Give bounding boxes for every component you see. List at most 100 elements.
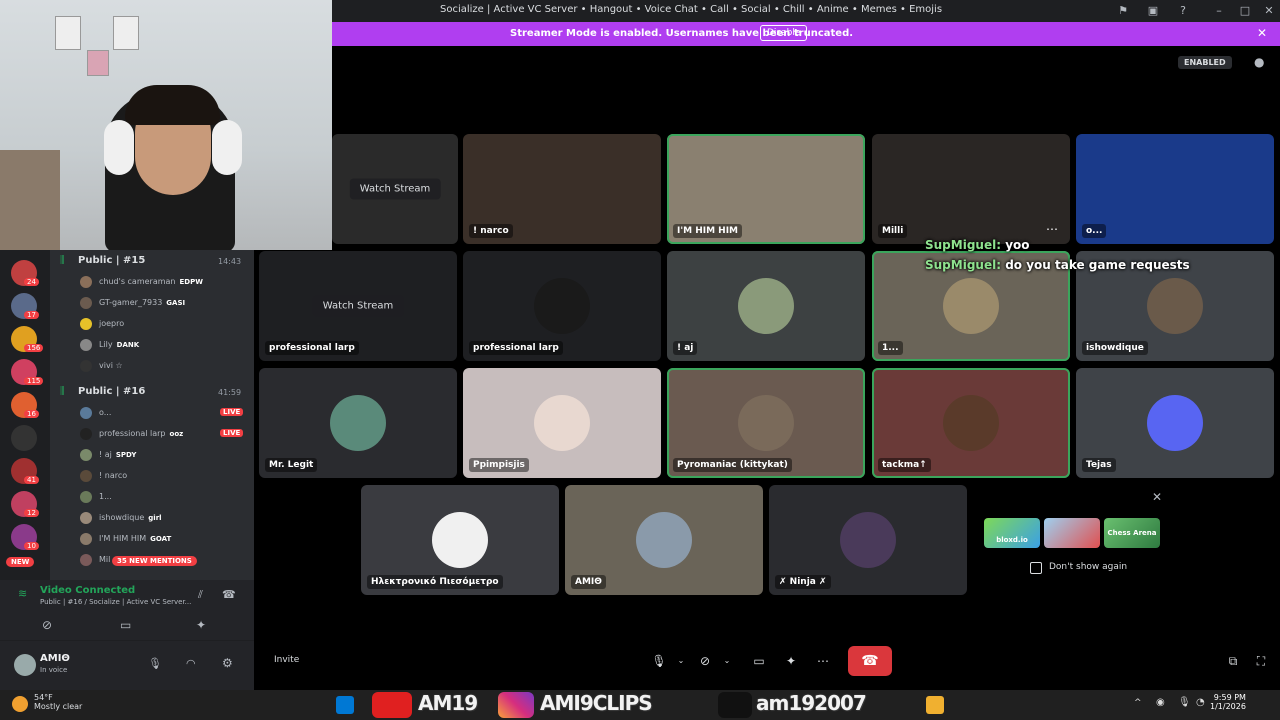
noise-icon[interactable]: ⫽ — [198, 588, 203, 602]
invite-button[interactable]: Invite — [268, 652, 305, 668]
screenshare-button-icon[interactable]: ▭ — [748, 650, 770, 672]
game-chess[interactable]: Chess Arena — [1104, 518, 1160, 548]
video-tile[interactable]: Milli — [872, 134, 1070, 244]
video-tile[interactable]: tackma↑ — [872, 368, 1070, 478]
more-icon[interactable]: ⋯ — [812, 650, 834, 672]
member-avatar[interactable] — [80, 512, 92, 524]
avatar[interactable] — [14, 654, 36, 676]
server-icon[interactable] — [11, 425, 37, 451]
maximize-icon[interactable]: □ — [1238, 4, 1252, 18]
chevron-down-icon[interactable]: ⌄ — [716, 650, 738, 672]
activity-icon[interactable]: ✦ — [196, 618, 206, 632]
member-avatar[interactable] — [80, 428, 92, 440]
video-tile[interactable]: Watch Stream — [332, 134, 458, 244]
member-name[interactable]: o... — [99, 408, 111, 417]
server-badge: 24 — [24, 278, 39, 286]
member-avatar[interactable] — [80, 297, 92, 309]
member-name[interactable]: Mil — [99, 555, 110, 564]
help-icon[interactable]: ? — [1176, 4, 1190, 18]
member-name[interactable]: I'M HIM HIM GOAT — [99, 534, 171, 543]
member-avatar[interactable] — [80, 533, 92, 545]
member-avatar[interactable] — [80, 318, 92, 330]
video-tile[interactable]: Ppimpisjis — [463, 368, 661, 478]
chat-bubble-icon[interactable]: ● — [1254, 55, 1268, 69]
game-2[interactable] — [1044, 518, 1100, 548]
fullscreen-icon[interactable]: ⛶ — [1250, 650, 1272, 672]
inbox-icon[interactable]: ⚑ — [1116, 4, 1130, 18]
video-tile[interactable]: Tejas — [1076, 368, 1274, 478]
channel-name[interactable]: Public | #15 — [78, 255, 145, 266]
member-avatar[interactable] — [80, 470, 92, 482]
member-name-text: joepro — [99, 319, 125, 328]
disable-streamer-button[interactable]: Disable — [760, 25, 808, 41]
clock[interactable]: 9:59 PM 1/1/2026 — [1210, 693, 1246, 711]
server-badge: 16 — [24, 410, 39, 418]
camera-toggle-icon[interactable]: ⊘ — [694, 650, 716, 672]
member-avatar[interactable] — [80, 276, 92, 288]
tray-icon[interactable]: ◉ — [1156, 697, 1165, 708]
mic-tray-icon[interactable]: 🎙 — [1178, 697, 1191, 708]
voice-channel[interactable]: Public | #16 / Socialize | Active VC Ser… — [40, 598, 191, 606]
video-tile[interactable]: ΑΜΙΘ — [565, 485, 763, 595]
tile-more-icon[interactable]: ⋯ — [1046, 222, 1058, 236]
mic-toggle-icon[interactable]: 🎙 — [648, 650, 670, 672]
video-tile[interactable]: o... — [1076, 134, 1274, 244]
video-tile[interactable]: professional larp — [463, 251, 661, 361]
video-tile[interactable]: I'M HIM HIM — [667, 134, 865, 244]
mic-icon[interactable]: 🎙 — [148, 657, 162, 670]
weather-widget[interactable]: 54°F Mostly clear — [34, 693, 82, 711]
headphones-icon[interactable]: ◠ — [186, 657, 196, 670]
end-call-button[interactable]: ☎ — [848, 646, 892, 676]
watch-stream-button[interactable]: Watch Stream — [312, 295, 404, 317]
member-avatar[interactable] — [80, 554, 92, 566]
voice-status[interactable]: Video Connected — [40, 585, 135, 596]
activities-icon[interactable]: ✦ — [780, 650, 802, 672]
member-name[interactable]: joepro — [99, 319, 124, 328]
member-name[interactable]: 1... — [99, 492, 112, 501]
popout-icon[interactable]: ⧉ — [1222, 650, 1244, 672]
signal-icon: ≋ — [18, 587, 28, 600]
video-tile[interactable]: ✗ Ninja ✗ — [769, 485, 967, 595]
door — [0, 150, 60, 250]
member-avatar[interactable] — [80, 407, 92, 419]
screen-icon[interactable]: ▣ — [1146, 4, 1160, 18]
chevron-down-icon[interactable]: ⌄ — [670, 650, 692, 672]
close-window-icon[interactable]: ✕ — [1262, 4, 1276, 18]
member-avatar[interactable] — [80, 339, 92, 351]
weather-temp: 54°F — [34, 693, 53, 702]
member-name[interactable]: professional larp ooz — [99, 429, 183, 438]
settings-gear-icon[interactable]: ⚙ — [222, 656, 233, 670]
wifi-icon[interactable]: ◔ — [1196, 697, 1205, 708]
close-popup-icon[interactable]: ✕ — [1152, 490, 1162, 504]
game-bloxd[interactable]: bloxd.io — [984, 518, 1040, 548]
close-banner-icon[interactable]: ✕ — [1257, 26, 1267, 40]
video-tile[interactable]: Pyromaniac (kittykat) — [667, 368, 865, 478]
new-mentions-badge[interactable]: 35 NEW MENTIONS — [112, 556, 197, 566]
member-avatar[interactable] — [80, 449, 92, 461]
channel-name[interactable]: Public | #16 — [78, 386, 145, 397]
member-tag: EDPW — [179, 278, 203, 286]
video-tile[interactable]: Mr. Legit — [259, 368, 457, 478]
windows-start-icon[interactable] — [336, 696, 354, 714]
tray-chevron-icon[interactable]: ^ — [1134, 698, 1142, 708]
watch-stream-button[interactable]: Watch Stream — [349, 178, 441, 200]
member-name[interactable]: GT-gamer_7933 GASI — [99, 298, 185, 307]
member-name[interactable]: ishowdique girl — [99, 513, 162, 522]
minimize-icon[interactable]: – — [1212, 4, 1226, 18]
video-tile[interactable]: ! narco — [463, 134, 661, 244]
member-name[interactable]: ! narco — [99, 471, 127, 480]
member-name[interactable]: chud's cameraman EDPW — [99, 277, 203, 286]
member-name[interactable]: vivi ☆ — [99, 361, 123, 370]
video-tile[interactable]: Watch Stream professional larp — [259, 251, 457, 361]
video-tile[interactable]: ! aj — [667, 251, 865, 361]
member-avatar[interactable] — [80, 491, 92, 503]
folder-icon[interactable] — [926, 696, 944, 714]
video-tile[interactable]: Ηλεκτρονικό Πιεσόμετρο — [361, 485, 559, 595]
member-name[interactable]: ! aj SPDY — [99, 450, 136, 459]
screenshare-icon[interactable]: ▭ — [120, 618, 131, 632]
dont-show-checkbox[interactable] — [1030, 562, 1042, 574]
member-avatar[interactable] — [80, 360, 92, 372]
camera-off-icon[interactable]: ⊘ — [42, 618, 52, 632]
member-name[interactable]: Lily DANK — [99, 340, 139, 349]
disconnect-icon[interactable]: ☎ — [222, 588, 236, 601]
